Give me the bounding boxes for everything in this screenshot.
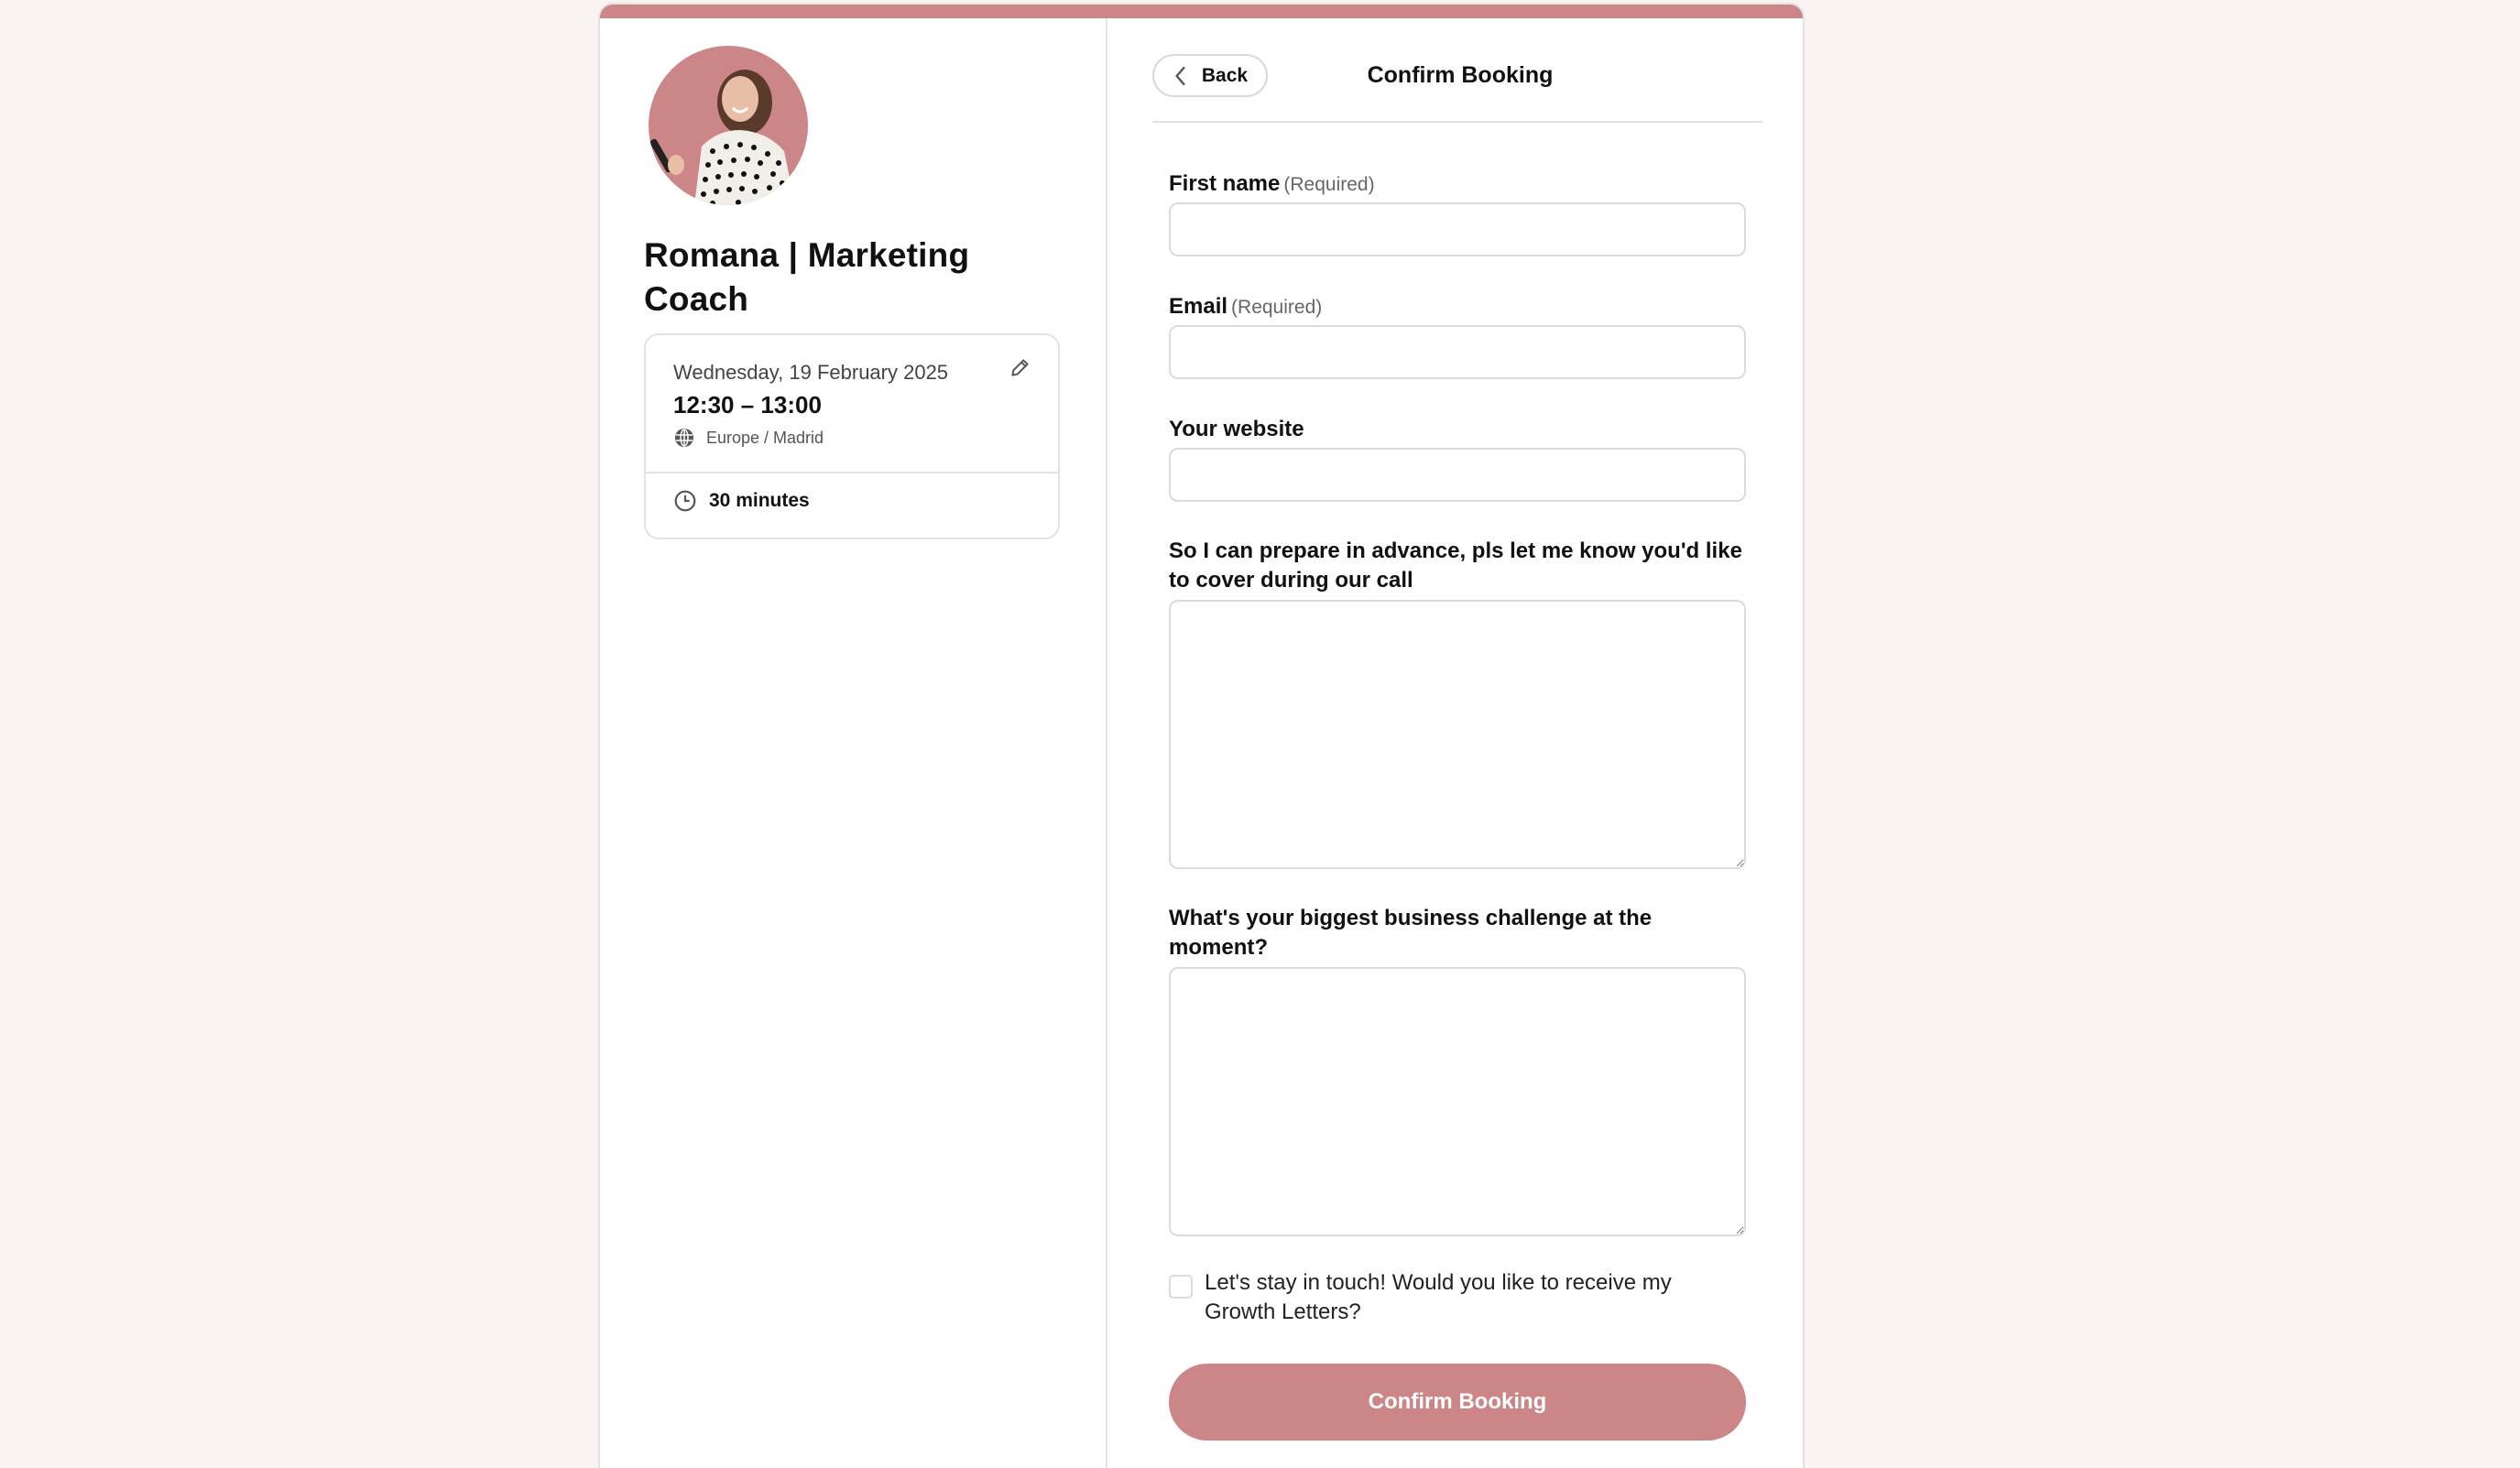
- chevron-left-icon: [1175, 66, 1185, 85]
- back-button[interactable]: Back: [1152, 54, 1268, 97]
- required-hint: (Required): [1283, 174, 1375, 195]
- business-challenge-textarea[interactable]: [1169, 967, 1746, 1236]
- website-label: Your website: [1169, 417, 1304, 441]
- details-divider: [646, 472, 1058, 473]
- prep-topics-label: So I can prepare in advance, pls let me …: [1169, 538, 1742, 593]
- avatar: [649, 46, 808, 205]
- event-duration: 30 minutes: [673, 489, 810, 513]
- booking-card: Romana | Marketing Coach Wednesday, 19 F…: [598, 3, 1805, 1468]
- prep-topics-textarea[interactable]: [1169, 600, 1746, 869]
- newsletter-checkbox[interactable]: [1169, 1275, 1193, 1299]
- page-title: Confirm Booking: [1367, 62, 1554, 88]
- email-input[interactable]: [1169, 325, 1746, 379]
- event-time-range: 12:30 – 13:00: [673, 391, 822, 419]
- email-label: Email (Required): [1169, 292, 1755, 322]
- required-hint: (Required): [1231, 297, 1323, 318]
- first-name-label-text: First name: [1169, 171, 1281, 196]
- newsletter-label[interactable]: Let's stay in touch! Would you like to r…: [1205, 1268, 1718, 1327]
- clock-icon: [674, 490, 696, 512]
- timezone-label: Europe / Madrid: [706, 428, 824, 447]
- business-challenge-label: What's your biggest business challenge a…: [1169, 906, 1653, 960]
- event-timezone[interactable]: Europe / Madrid: [673, 427, 824, 449]
- accent-top-bar: [600, 5, 1803, 18]
- confirm-booking-button[interactable]: Confirm Booking: [1169, 1364, 1746, 1441]
- host-name: Romana | Marketing Coach: [644, 236, 970, 318]
- globe-icon: [675, 429, 693, 447]
- first-name-input[interactable]: [1169, 202, 1746, 256]
- header-divider: [1152, 121, 1762, 123]
- avatar-image: [649, 46, 808, 205]
- website-input[interactable]: [1169, 448, 1746, 502]
- email-label-text: Email: [1169, 294, 1228, 319]
- back-label: Back: [1201, 64, 1249, 86]
- first-name-label: First name (Required): [1169, 169, 1755, 200]
- duration-label: 30 minutes: [709, 490, 810, 511]
- event-date: Wednesday, 19 February 2025: [673, 361, 949, 384]
- event-details-card: Wednesday, 19 February 2025 12:30 – 13:0…: [644, 333, 1060, 539]
- host-info-panel: Romana | Marketing Coach Wednesday, 19 F…: [600, 18, 1106, 1468]
- booking-form-panel: Back Confirm Booking First name (Required…: [1107, 18, 1803, 1468]
- pencil-icon[interactable]: [1009, 355, 1032, 379]
